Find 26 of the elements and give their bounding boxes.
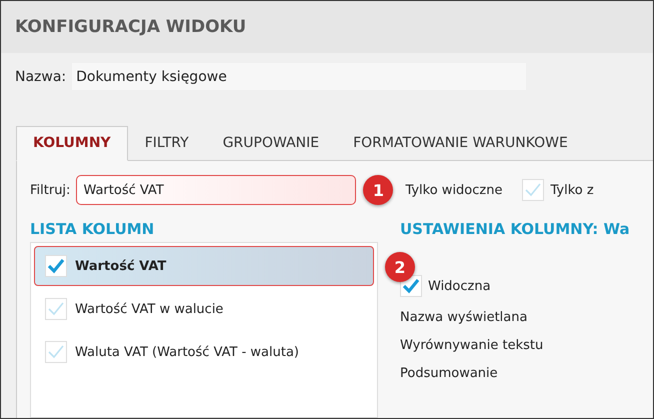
window-title: KONFIGURACJA WIDOKU <box>15 17 246 37</box>
section-heading: LISTA KOLUMN <box>30 220 156 240</box>
checked-checkbox[interactable] <box>45 255 67 277</box>
list-item[interactable]: Wartość VAT <box>34 246 374 286</box>
list-item[interactable]: Wartość VAT w walucie <box>34 289 374 329</box>
checkbox-label: Widoczna <box>428 278 491 294</box>
filter-label: Filtruj: <box>30 182 70 198</box>
tab[interactable]: FORMATOWANIE WARUNKOWE <box>336 126 585 161</box>
name-field[interactable]: Dokumenty księgowe <box>72 63 526 90</box>
callout-badge: 1 <box>363 175 394 205</box>
tab[interactable]: GRUPOWANIE <box>206 126 336 161</box>
option-label: Tylko widoczne <box>405 182 502 198</box>
setting-label: Nazwa wyświetlana <box>400 310 528 325</box>
unchecked-checkbox[interactable] <box>45 298 67 320</box>
option-label: Tylko z <box>550 182 594 198</box>
tab[interactable]: FILTRY <box>128 126 206 161</box>
unchecked-checkbox[interactable] <box>522 179 544 201</box>
tab[interactable]: KOLUMNY <box>16 126 128 161</box>
name-label: Nazwa: <box>15 68 66 84</box>
list-item[interactable]: Waluta VAT (Wartość VAT - waluta) <box>34 332 374 372</box>
filter-field[interactable]: Wartość VAT <box>76 175 356 205</box>
callout-badge: 2 <box>385 252 415 282</box>
setting-label: Podsumowanie <box>400 366 499 381</box>
section-heading: USTAWIENIA KOLUMNY: Wa <box>400 220 631 240</box>
unchecked-checkbox[interactable] <box>45 341 67 363</box>
setting-label: Wyrównywanie tekstu <box>400 338 544 353</box>
